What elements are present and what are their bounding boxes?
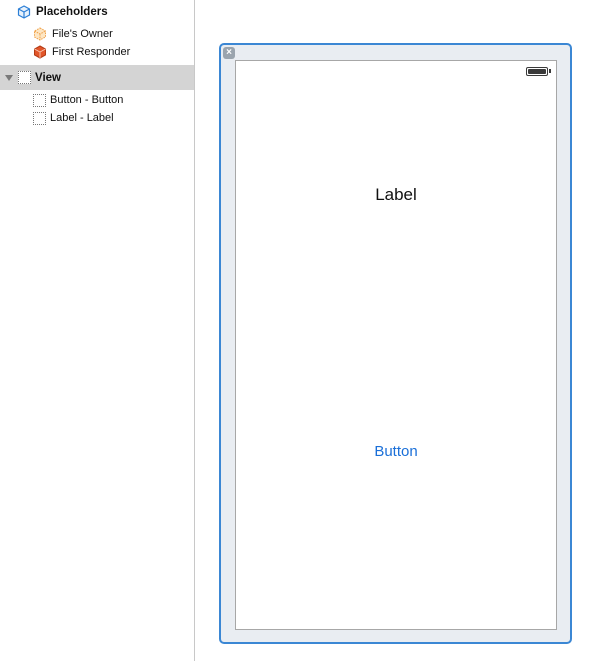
interface-builder-window: Placeholders File's Owner First Responde… bbox=[0, 0, 589, 661]
editor-canvas[interactable]: × Label Button bbox=[196, 0, 589, 661]
outline-item-label[interactable]: Label - Label bbox=[0, 109, 194, 127]
button-object-icon bbox=[33, 93, 46, 107]
battery-icon bbox=[526, 67, 548, 76]
outline-item-button[interactable]: Button - Button bbox=[0, 91, 194, 109]
placeholder-cube-icon bbox=[17, 5, 31, 19]
close-icon[interactable]: × bbox=[223, 47, 235, 59]
view-icon bbox=[18, 71, 31, 84]
files-owner-cube-icon bbox=[33, 27, 47, 41]
selected-view-frame[interactable]: × Label Button bbox=[219, 43, 572, 644]
device-view[interactable]: Label Button bbox=[235, 60, 557, 630]
canvas-button[interactable]: Button bbox=[236, 443, 556, 460]
placeholders-label: Placeholders bbox=[36, 6, 108, 18]
outline-item-files-owner[interactable]: File's Owner bbox=[0, 25, 194, 43]
battery-level bbox=[528, 69, 546, 74]
files-owner-label: File's Owner bbox=[52, 28, 113, 40]
outline-item-first-responder[interactable]: First Responder bbox=[0, 43, 194, 61]
first-responder-label: First Responder bbox=[52, 46, 131, 58]
outline-item-view[interactable]: View bbox=[0, 65, 194, 90]
view-label: View bbox=[35, 71, 61, 84]
disclosure-triangle-icon[interactable] bbox=[4, 73, 14, 83]
battery-tip bbox=[549, 69, 551, 73]
label-item-label: Label - Label bbox=[50, 112, 114, 124]
outline-section-placeholders[interactable]: Placeholders bbox=[0, 3, 194, 21]
button-item-label: Button - Button bbox=[50, 94, 124, 106]
canvas-label[interactable]: Label bbox=[236, 185, 556, 205]
document-outline: Placeholders File's Owner First Responde… bbox=[0, 0, 195, 661]
first-responder-cube-icon bbox=[33, 45, 47, 59]
label-object-icon bbox=[33, 111, 46, 125]
